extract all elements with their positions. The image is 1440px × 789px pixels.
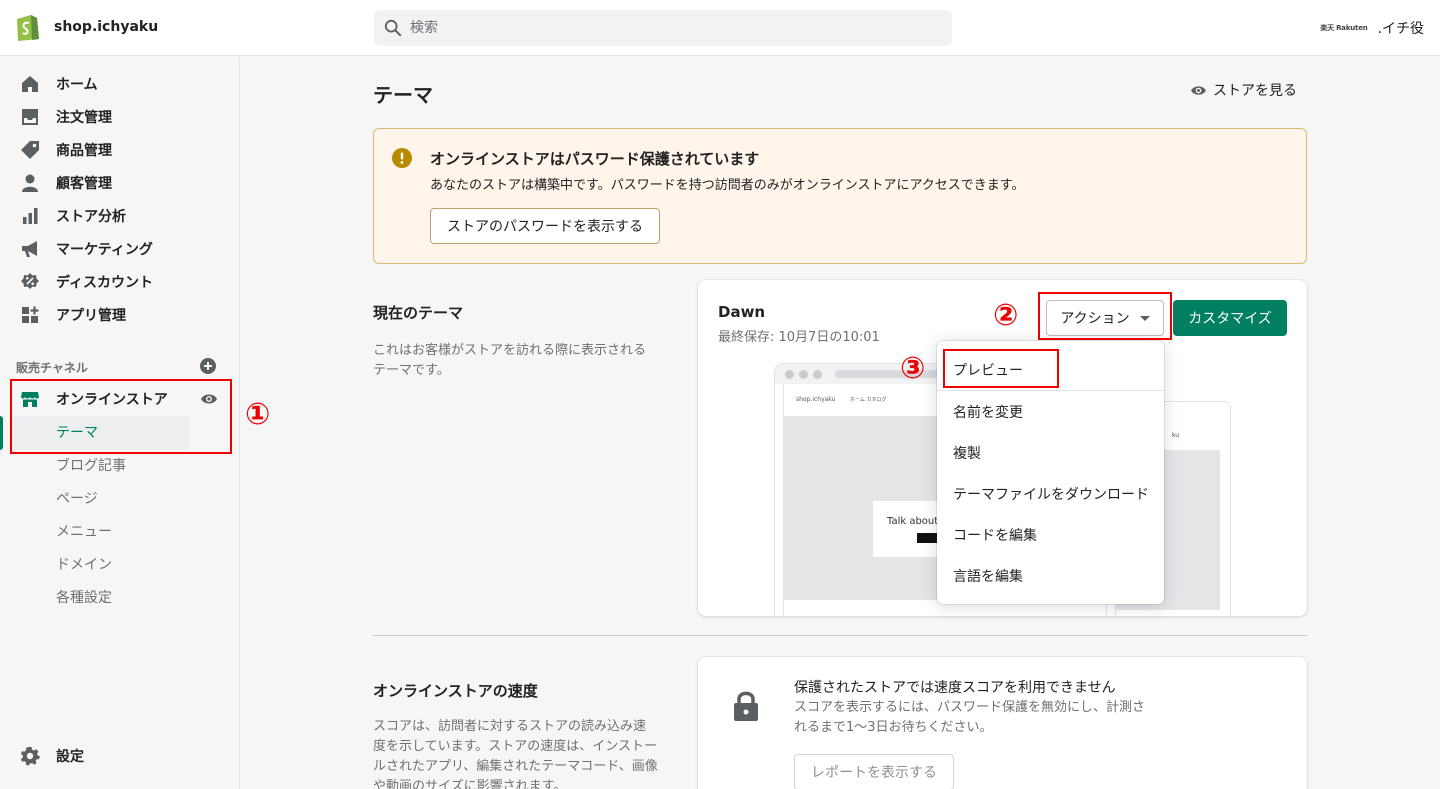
- view-store-link[interactable]: ストアを見る: [1190, 80, 1297, 100]
- discount-icon: [21, 273, 39, 289]
- password-warning-banner: オンラインストアはパスワード保護されています あなたのストアは構築中です。パスワ…: [373, 128, 1307, 264]
- customer-icon: [22, 174, 38, 192]
- top-bar: shop.ichyaku 楽天 Rakuten .イチ役: [0, 0, 1440, 56]
- menu-divider: [937, 390, 1164, 391]
- window-dot: [813, 370, 822, 379]
- view-report-button[interactable]: レポートを表示する: [794, 754, 954, 789]
- menu-item-duplicate[interactable]: 複製: [953, 443, 981, 463]
- rakuten-logo: 楽天 Rakuten: [1320, 24, 1368, 32]
- annotation-box-3: [943, 349, 1059, 388]
- sales-channels-label: 販売チャネル: [16, 361, 88, 375]
- banner-title: オンラインストアはパスワード保護されています: [430, 150, 760, 168]
- customize-button[interactable]: カスタマイズ: [1173, 300, 1287, 336]
- mobile-preview-text: ku: [1172, 432, 1180, 439]
- search-icon: [384, 19, 402, 37]
- store-name: shop.ichyaku: [54, 19, 159, 35]
- sidebar-subitem-domains[interactable]: ドメイン: [0, 548, 240, 580]
- banner-text: あなたのストアは構築中です。パスワードを持つ訪問者のみがオンラインストアにアクセ…: [430, 178, 1025, 193]
- megaphone-icon: [22, 241, 37, 257]
- speed-card-title: 保護されたストアでは速度スコアを利用できません: [794, 680, 1116, 696]
- theme-name: Dawn: [718, 303, 766, 321]
- sidebar-item-analytics[interactable]: ストア分析: [0, 200, 240, 232]
- annotation-box-1: [10, 379, 232, 454]
- lock-icon: [734, 691, 758, 721]
- sidebar-item-home[interactable]: ホーム: [0, 68, 240, 100]
- orders-icon: [22, 109, 38, 125]
- theme-last-saved: 最終保存: 10月7日の10:01: [718, 330, 880, 345]
- menu-item-edit-languages[interactable]: 言語を編集: [953, 566, 1023, 586]
- sidebar-subitem-navigation[interactable]: メニュー: [0, 515, 240, 547]
- store-speed-card: 保護されたストアでは速度スコアを利用できません スコアを表示するには、パスワード…: [698, 657, 1307, 789]
- sidebar-item-products[interactable]: 商品管理: [0, 134, 240, 166]
- preview-nav-links: ホーム カタログ: [850, 397, 887, 403]
- sidebar-item-settings[interactable]: 設定: [0, 740, 240, 772]
- sidebar-item-apps[interactable]: アプリ管理: [0, 299, 240, 331]
- annotation-number-1: ①: [245, 397, 271, 432]
- sidebar-item-marketing[interactable]: マーケティング: [0, 233, 240, 265]
- account-name: .イチ役: [1377, 21, 1424, 37]
- sidebar-item-orders[interactable]: 注文管理: [0, 101, 240, 133]
- page-title: テーマ: [373, 83, 433, 107]
- search-input[interactable]: [410, 20, 910, 36]
- store-brand[interactable]: shop.ichyaku: [14, 12, 158, 42]
- analytics-icon: [23, 208, 38, 224]
- sidebar-item-customers[interactable]: 顧客管理: [0, 167, 240, 199]
- annotation-box-2: [1038, 292, 1172, 340]
- sidebar-subitem-pages[interactable]: ページ: [0, 482, 240, 514]
- sidebar-item-discounts[interactable]: ディスカウント: [0, 266, 240, 298]
- search-bar[interactable]: [374, 10, 952, 46]
- eye-icon: [1191, 85, 1206, 95]
- current-theme-heading: 現在のテーマ: [373, 304, 464, 322]
- tag-icon: [21, 141, 39, 159]
- show-password-button[interactable]: ストアのパスワードを表示する: [430, 208, 660, 244]
- annotation-number-2: ②: [993, 298, 1019, 333]
- preview-store-name: shop.ichyaku: [796, 396, 836, 403]
- annotation-number-3: ③: [900, 351, 926, 386]
- section-divider: [373, 635, 1307, 636]
- menu-item-download-theme[interactable]: テーマファイルをダウンロード: [953, 484, 1149, 504]
- speed-card-text: スコアを表示するには、パスワード保護を無効にし、計測されるまで1〜3日お待ちくだ…: [794, 700, 1146, 735]
- current-theme-description: これはお客様がストアを訪れる際に表示されるテーマです。: [373, 343, 647, 378]
- menu-item-rename[interactable]: 名前を変更: [953, 402, 1023, 422]
- gear-icon: [20, 747, 40, 766]
- account-menu[interactable]: 楽天 Rakuten .イチ役: [1320, 18, 1424, 38]
- window-dot: [799, 370, 808, 379]
- menu-item-edit-code[interactable]: コードを編集: [953, 525, 1037, 545]
- warning-icon: [392, 148, 412, 168]
- apps-icon: [22, 306, 39, 323]
- store-speed-description: スコアは、訪問者に対するストアの読み込み速度を示しています。ストアの速度は、イン…: [373, 719, 658, 789]
- shopify-logo-icon: [17, 15, 39, 41]
- home-icon: [22, 76, 38, 92]
- window-dot: [785, 370, 794, 379]
- add-channel-icon[interactable]: [200, 358, 216, 374]
- sidebar-subitem-preferences[interactable]: 各種設定: [0, 581, 240, 613]
- store-speed-heading: オンラインストアの速度: [373, 682, 538, 700]
